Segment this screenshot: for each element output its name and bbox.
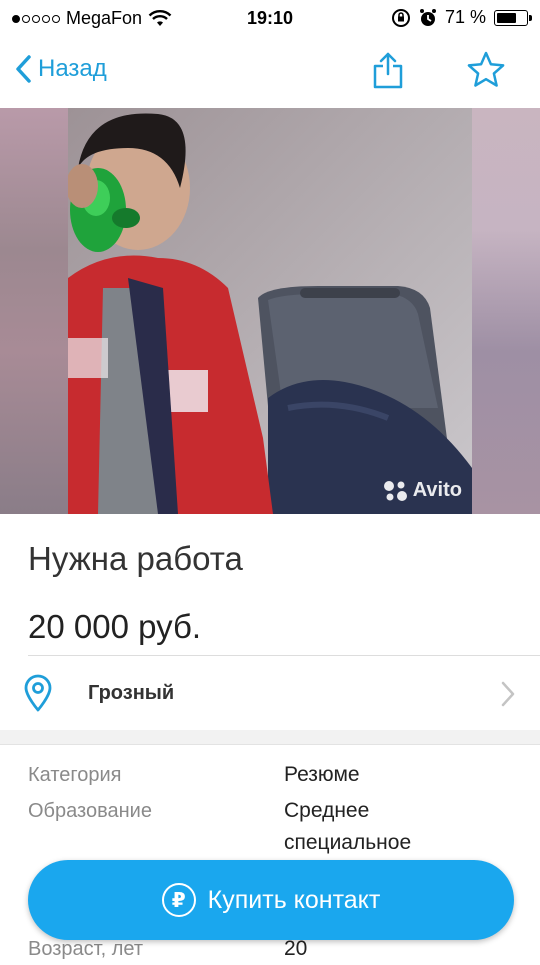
section-separator bbox=[0, 730, 540, 745]
ruble-icon: ₽ bbox=[161, 883, 196, 917]
battery-percent: 71 % bbox=[444, 7, 486, 27]
listing-photo[interactable]: Avito bbox=[0, 108, 540, 514]
status-right: 71 % bbox=[391, 7, 532, 28]
listing-price: 20 000 руб. bbox=[28, 608, 202, 645]
nav-bar: Назад bbox=[0, 36, 540, 108]
star-icon[interactable] bbox=[466, 50, 506, 90]
back-button[interactable]: Назад bbox=[14, 54, 107, 84]
location-pin-icon bbox=[24, 674, 52, 712]
photo-illustration bbox=[68, 108, 472, 514]
avito-watermark: Avito bbox=[383, 479, 462, 502]
photo-blur-left bbox=[0, 108, 68, 514]
chevron-left-icon bbox=[16, 55, 31, 83]
battery-icon bbox=[494, 9, 532, 26]
photo-main: Avito bbox=[68, 108, 472, 514]
param-value-education: Среднее специальное bbox=[284, 799, 412, 854]
photo-blur-right bbox=[472, 108, 540, 514]
city-name: Грозный bbox=[88, 682, 175, 704]
alarm-icon bbox=[419, 8, 436, 26]
share-icon[interactable] bbox=[368, 50, 408, 90]
status-bar: MegaFon 19:10 71 % bbox=[0, 0, 540, 36]
param-label-age: Возраст, лет bbox=[28, 938, 143, 960]
rotation-lock-icon bbox=[391, 8, 410, 27]
back-label: Назад bbox=[38, 55, 107, 82]
listing-title: Нужна работа bbox=[28, 540, 243, 577]
param-label-category: Категория bbox=[28, 764, 122, 786]
buy-contact-button[interactable]: ₽ Купить контакт bbox=[28, 860, 514, 940]
param-label-education: Образование bbox=[28, 800, 152, 822]
param-value-category: Резюме bbox=[284, 763, 360, 786]
buy-contact-label: Купить контакт bbox=[207, 885, 381, 914]
avito-logo-icon bbox=[383, 480, 407, 501]
chevron-right-icon bbox=[501, 681, 515, 707]
watermark-text: Avito bbox=[412, 479, 462, 501]
location-row[interactable]: Грозный bbox=[0, 656, 540, 730]
